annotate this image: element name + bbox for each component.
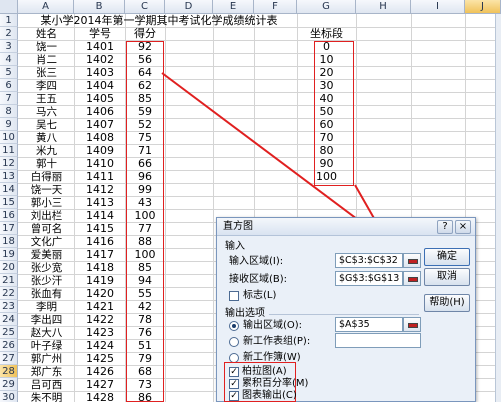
row-header[interactable]: 9 [0,118,18,131]
row-header[interactable]: 29 [0,378,18,391]
select-all-corner[interactable] [0,0,18,14]
row-header[interactable]: 28 [0,365,18,378]
row-header[interactable]: 12 [0,157,18,170]
output-range-label: 输出区域(O): [243,320,303,331]
row-header[interactable]: 4 [0,53,18,66]
dialog-title: 直方图 [223,221,253,232]
help-button[interactable]: 帮助(H) [424,294,470,312]
row-header[interactable]: 23 [0,300,18,313]
row-header[interactable]: 17 [0,222,18,235]
new-sheet-radio[interactable] [229,337,239,347]
row-header[interactable]: 21 [0,274,18,287]
row-header[interactable]: 6 [0,79,18,92]
row-header[interactable]: 15 [0,196,18,209]
labels-checkbox[interactable] [229,291,239,301]
cumulative-percent-checkbox[interactable]: ✓ [229,379,239,389]
row-header[interactable]: 18 [0,235,18,248]
row-header[interactable]: 19 [0,248,18,261]
input-section-label: 输入 [225,241,245,252]
vertical-scrollbar[interactable] [495,14,501,402]
row-header[interactable]: 20 [0,261,18,274]
cancel-button[interactable]: 取消 [424,268,470,286]
row-header[interactable]: 2 [0,27,18,40]
column-header[interactable]: G [297,0,356,14]
row-header[interactable]: 8 [0,105,18,118]
row-header[interactable]: 25 [0,326,18,339]
help-icon[interactable]: ? [437,220,453,234]
collapse-dialog-icon[interactable] [403,253,421,268]
row-header[interactable]: 27 [0,352,18,365]
row-header[interactable]: 26 [0,339,18,352]
column-gridline [213,14,214,402]
row-header[interactable]: 11 [0,144,18,157]
column-header[interactable]: H [356,0,411,14]
labels-label: 标志(L) [243,290,277,301]
column-header[interactable]: J [465,0,501,14]
close-icon[interactable]: × [455,220,471,234]
pareto-checkbox[interactable]: ✓ [229,367,239,377]
chart-output-checkbox[interactable]: ✓ [229,391,239,401]
collapse-dialog-icon[interactable] [403,271,421,286]
ok-button[interactable]: 确定 [424,248,470,266]
student-name[interactable]: 朱不明 [19,390,74,402]
score-range-highlight [126,41,164,402]
row-header[interactable]: 24 [0,313,18,326]
chart-output-label: 图表输出(C) [242,390,297,401]
row-header[interactable]: 3 [0,40,18,53]
row-header[interactable]: 22 [0,287,18,300]
column-gridline [165,14,166,402]
student-id[interactable]: 1428 [75,390,125,402]
output-group-divider [269,314,419,315]
row-header[interactable]: 1 [0,14,18,27]
row-header[interactable]: 5 [0,66,18,79]
bin-range-highlight [314,41,354,186]
row-header[interactable]: 7 [0,92,18,105]
new-sheet-field[interactable] [335,333,421,348]
bin-range-field[interactable]: $G$3:$G$13 [335,271,403,286]
histogram-dialog: 直方图 ? × 输入 输入区域(I): $C$3:$C$32 接收区域(B): … [216,217,476,402]
row-header[interactable]: 16 [0,209,18,222]
bin-range-label: 接收区域(B): [229,274,288,285]
row-header[interactable]: 14 [0,183,18,196]
collapse-dialog-icon[interactable] [403,317,421,332]
row-header[interactable]: 30 [0,391,18,402]
output-range-field[interactable]: $A$35 [335,317,403,332]
input-range-field[interactable]: $C$3:$C$32 [335,253,403,268]
new-sheet-label: 新工作表组(P): [243,336,311,347]
input-range-label: 输入区域(I): [229,256,284,267]
output-range-radio[interactable] [229,321,239,331]
column-header[interactable]: I [411,0,465,14]
row-header[interactable]: 10 [0,131,18,144]
row-header[interactable]: 13 [0,170,18,183]
